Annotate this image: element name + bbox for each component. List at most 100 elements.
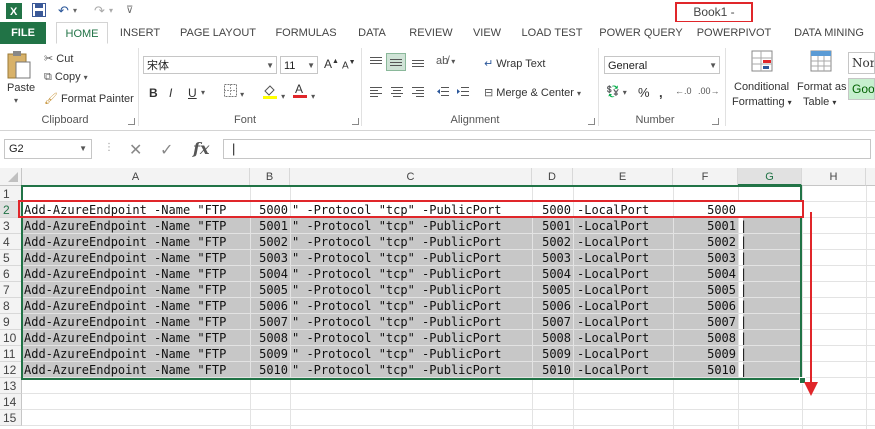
orientation-button[interactable]: ab̸ ▾ (436, 55, 455, 67)
redo-button[interactable]: ↷ (94, 3, 105, 19)
wrap-text-button[interactable]: ↵ Wrap Text (484, 57, 545, 70)
column-header-h[interactable]: H (802, 168, 866, 186)
undo-dropdown-icon[interactable]: ▾ (73, 3, 77, 19)
currency-icon: 💱 (606, 86, 620, 98)
column-header-b[interactable]: B (250, 168, 290, 186)
column-header-i[interactable] (866, 168, 875, 186)
column-header-g[interactable]: G (738, 168, 802, 186)
row-header-10[interactable]: 10 (0, 330, 22, 346)
underline-dropdown-icon[interactable]: ▾ (201, 88, 205, 97)
tab-view[interactable]: VIEW (466, 22, 508, 44)
tab-powerpivot[interactable]: POWERPIVOT (694, 22, 774, 44)
number-format-select[interactable]: General ▼ (604, 56, 720, 74)
increase-indent-button[interactable] (456, 86, 470, 101)
row-header-9[interactable]: 9 (0, 314, 22, 330)
tab-load-test[interactable]: LOAD TEST (518, 22, 586, 44)
customize-quick-access-icon[interactable]: ⊽ (126, 3, 133, 19)
underline-button[interactable]: U (188, 86, 197, 100)
bold-button[interactable]: B (149, 86, 158, 100)
decrease-indent-button[interactable] (436, 86, 450, 101)
number-launcher-icon[interactable] (712, 118, 719, 125)
name-box[interactable]: G2 ▼ (4, 139, 92, 159)
row-header-4[interactable]: 4 (0, 234, 22, 250)
tab-file[interactable]: FILE (0, 22, 46, 44)
row-header-13[interactable]: 13 (0, 378, 22, 394)
font-size-select[interactable]: 11 ▼ (280, 56, 318, 74)
row-header-14[interactable]: 14 (0, 394, 22, 410)
align-right-button[interactable] (411, 86, 425, 101)
tab-insert[interactable]: INSERT (113, 22, 167, 44)
align-left-button[interactable] (369, 86, 383, 101)
conditional-formatting-button[interactable] (733, 48, 791, 77)
font-name-select[interactable]: 宋体 ▼ (143, 56, 277, 74)
tab-page-layout[interactable]: PAGE LAYOUT (176, 22, 260, 44)
tab-review[interactable]: REVIEW (404, 22, 458, 44)
merge-center-label: Merge & Center (496, 87, 574, 99)
copy-button[interactable]: ⧉ Copy ▾ (44, 71, 88, 84)
row-header-3[interactable]: 3 (0, 218, 22, 234)
column-header-a[interactable]: A (22, 168, 250, 186)
fill-color-button[interactable]: ▾ (262, 83, 285, 102)
conditional-formatting-label-2[interactable]: Formatting ▾ (732, 96, 792, 108)
comma-style-button[interactable]: , (659, 85, 663, 100)
formula-input[interactable]: | (223, 139, 871, 159)
tab-power-query[interactable]: POWER QUERY (598, 22, 684, 44)
row-header-7[interactable]: 7 (0, 282, 22, 298)
row-header-6[interactable]: 6 (0, 266, 22, 282)
gridline (866, 186, 867, 429)
align-top-button[interactable] (369, 56, 383, 71)
save-icon[interactable] (32, 3, 46, 19)
chevron-down-icon: ▼ (307, 61, 315, 70)
style-good[interactable]: Goo (848, 78, 875, 100)
cut-button[interactable]: ✂ Cut (44, 52, 73, 65)
column-header-d[interactable]: D (532, 168, 573, 186)
row-header-15[interactable]: 15 (0, 410, 22, 426)
increase-decimal-button[interactable]: ←.0 (675, 86, 692, 96)
percent-style-button[interactable]: % (638, 85, 650, 100)
accounting-format-button[interactable]: 💱 ▾ (606, 85, 627, 98)
conditional-formatting-label-1[interactable]: Conditional (734, 81, 789, 93)
font-color-button[interactable]: A ▾ (292, 82, 315, 102)
clipboard-launcher-icon[interactable] (128, 118, 135, 125)
cancel-formula-button[interactable]: ✕ (129, 140, 142, 160)
align-middle-button[interactable] (386, 53, 406, 71)
grow-font-button[interactable]: A▲ (324, 57, 339, 71)
select-all-corner[interactable] (0, 168, 22, 186)
row-header-5[interactable]: 5 (0, 250, 22, 266)
row-header-12[interactable]: 12 (0, 362, 22, 378)
redo-dropdown-icon[interactable]: ▾ (109, 3, 113, 19)
align-bottom-button[interactable] (411, 56, 425, 71)
undo-button[interactable]: ↶ (58, 3, 69, 19)
tab-formulas[interactable]: FORMULAS (270, 22, 342, 44)
shrink-font-button[interactable]: A▼ (342, 59, 356, 71)
italic-button[interactable]: I (169, 86, 172, 100)
paste-dropdown-icon[interactable]: ▾ (14, 96, 18, 105)
row-header-11[interactable]: 11 (0, 346, 22, 362)
format-as-table-label-1[interactable]: Format as (797, 81, 847, 93)
worksheet-grid[interactable]: A B C D E F G H 1 2 3 4 5 6 7 8 9 10 11 12 13 14 15 Ad… (0, 168, 875, 429)
column-header-c[interactable]: C (290, 168, 532, 186)
borders-button[interactable]: ▾ (224, 84, 244, 100)
tab-data[interactable]: DATA (350, 22, 394, 44)
copy-dropdown-icon[interactable]: ▾ (84, 73, 88, 82)
tab-data-mining[interactable]: DATA MINING (786, 22, 872, 44)
annotation-arrow-line (810, 212, 812, 384)
paste-button[interactable] (6, 50, 36, 83)
column-header-e[interactable]: E (573, 168, 673, 186)
row-header-8[interactable]: 8 (0, 298, 22, 314)
decrease-decimal-button[interactable]: .00→ (698, 86, 720, 96)
format-painter-button[interactable]: 🖌 Format Painter (44, 92, 134, 105)
name-box-splitter-icon[interactable]: ⋮ (104, 142, 114, 153)
font-launcher-icon[interactable] (352, 118, 359, 125)
insert-function-button[interactable]: fx (193, 139, 209, 158)
column-header-f[interactable]: F (673, 168, 738, 186)
merge-center-button[interactable]: ⊟ Merge & Center ▾ (484, 86, 581, 99)
format-as-table-button[interactable] (800, 48, 842, 77)
tab-home[interactable]: HOME (56, 22, 108, 44)
enter-formula-button[interactable]: ✓ (160, 140, 173, 160)
align-center-button[interactable] (390, 86, 404, 101)
style-normal[interactable]: Nor (848, 52, 875, 74)
alignment-launcher-icon[interactable] (588, 118, 595, 125)
format-as-table-label-2[interactable]: Table ▾ (803, 96, 836, 108)
paste-label[interactable]: Paste (7, 82, 35, 94)
